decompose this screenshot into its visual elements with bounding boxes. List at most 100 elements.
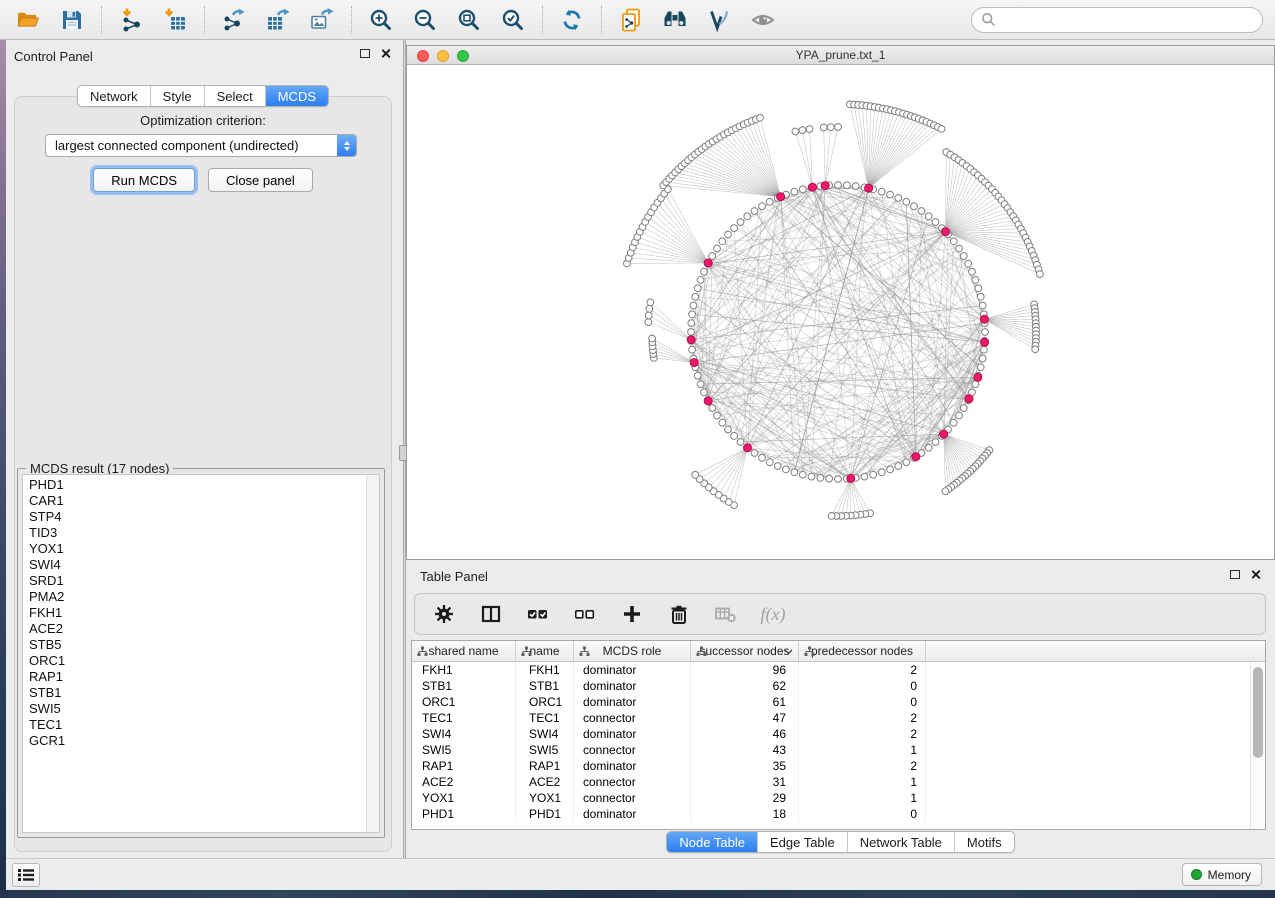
table-row[interactable]: RAP1RAP1dominator352 bbox=[412, 758, 1265, 774]
memory-status-icon bbox=[1191, 869, 1202, 880]
share-document-icon[interactable] bbox=[617, 6, 645, 34]
network-canvas[interactable] bbox=[407, 65, 1274, 559]
table-cell: SWI5 bbox=[516, 742, 574, 758]
column-header-successor-nodes[interactable]: successor nodes bbox=[691, 641, 799, 661]
export-image-icon[interactable] bbox=[308, 6, 336, 34]
zoom-fit-icon[interactable] bbox=[455, 6, 483, 34]
import-network-icon[interactable] bbox=[117, 6, 145, 34]
task-history-button[interactable] bbox=[12, 863, 40, 887]
table-cell: RAP1 bbox=[516, 758, 574, 774]
table-row[interactable]: STB1STB1dominator620 bbox=[412, 678, 1265, 694]
mcds-result-groupbox: MCDS result (17 nodes) PHD1CAR1STP4TID3Y… bbox=[17, 468, 385, 838]
network-search-box[interactable] bbox=[971, 7, 1263, 33]
delete-table-icon bbox=[714, 602, 738, 626]
mcds-result-item[interactable]: CAR1 bbox=[23, 493, 366, 509]
network-window-titlebar[interactable]: YPA_prune.txt_1 bbox=[407, 46, 1274, 65]
mcds-result-item[interactable]: GCR1 bbox=[23, 733, 366, 749]
column-header-empty bbox=[926, 641, 1101, 661]
window-minimize-icon[interactable] bbox=[437, 50, 449, 62]
tab-style[interactable]: Style bbox=[150, 86, 204, 106]
mcds-result-list[interactable]: PHD1CAR1STP4TID3YOX1SWI4SRD1PMA2FKH1ACE2… bbox=[22, 474, 380, 833]
close-table-panel-icon[interactable] bbox=[1250, 569, 1261, 580]
table-row[interactable]: ORC1ORC1dominator610 bbox=[412, 694, 1265, 710]
float-table-panel-icon[interactable] bbox=[1230, 570, 1240, 579]
tab-network-table[interactable]: Network Table bbox=[847, 832, 954, 852]
window-zoom-icon[interactable] bbox=[457, 50, 469, 62]
tab-node-table[interactable]: Node Table bbox=[667, 832, 757, 852]
mcds-result-item[interactable]: PMA2 bbox=[23, 589, 366, 605]
save-session-icon[interactable] bbox=[58, 6, 86, 34]
table-options-gear-icon[interactable] bbox=[432, 602, 456, 626]
refresh-view-icon[interactable] bbox=[558, 6, 586, 34]
table-cell: 0 bbox=[799, 806, 926, 822]
table-row[interactable]: TEC1TEC1connector472 bbox=[412, 710, 1265, 726]
zoom-selected-icon[interactable] bbox=[499, 6, 527, 34]
close-panel-button[interactable]: Close panel bbox=[208, 168, 313, 192]
mcds-result-item[interactable]: TEC1 bbox=[23, 717, 366, 733]
table-cell: SWI4 bbox=[412, 726, 516, 742]
table-row[interactable]: YOX1YOX1connector291 bbox=[412, 790, 1265, 806]
close-panel-icon[interactable] bbox=[380, 48, 391, 59]
mcds-result-item[interactable]: ACE2 bbox=[23, 621, 366, 637]
mcds-result-item[interactable]: YOX1 bbox=[23, 541, 366, 557]
export-table-icon[interactable] bbox=[264, 6, 292, 34]
delete-column-icon[interactable] bbox=[667, 602, 691, 626]
open-session-icon[interactable] bbox=[14, 6, 42, 34]
search-input[interactable] bbox=[1001, 11, 1253, 28]
mcds-result-item[interactable]: TID3 bbox=[23, 525, 366, 541]
export-network-icon[interactable] bbox=[220, 6, 248, 34]
float-panel-icon[interactable] bbox=[360, 49, 370, 58]
import-table-icon[interactable] bbox=[161, 6, 189, 34]
column-header-name[interactable]: name bbox=[516, 641, 574, 661]
table-cell: YOX1 bbox=[412, 790, 516, 806]
table-row[interactable]: PHD1PHD1dominator180 bbox=[412, 806, 1265, 822]
table-cell: 2 bbox=[799, 758, 926, 774]
column-header-shared-name[interactable]: shared name bbox=[412, 641, 516, 661]
hide-details-eye-icon[interactable] bbox=[749, 6, 777, 34]
mcds-result-item[interactable]: STB1 bbox=[23, 685, 366, 701]
optimization-criterion-select[interactable]: largest connected component (undirected) bbox=[45, 134, 357, 157]
mcds-result-item[interactable]: STB5 bbox=[23, 637, 366, 653]
mcds-result-item[interactable]: SRD1 bbox=[23, 573, 366, 589]
zoom-out-icon[interactable] bbox=[411, 6, 439, 34]
table-row[interactable]: ACE2ACE2connector311 bbox=[412, 774, 1265, 790]
table-cell: ORC1 bbox=[516, 694, 574, 710]
mcds-list-scrollbar[interactable] bbox=[366, 475, 379, 832]
column-header-MCDS-role[interactable]: MCDS role bbox=[574, 641, 691, 661]
mcds-result-item[interactable]: ORC1 bbox=[23, 653, 366, 669]
table-scrollbar-thumb[interactable] bbox=[1253, 667, 1263, 758]
table-scrollbar[interactable] bbox=[1250, 662, 1265, 829]
table-row[interactable]: SWI5SWI5connector431 bbox=[412, 742, 1265, 758]
tab-motifs[interactable]: Motifs bbox=[954, 832, 1014, 852]
tab-edge-table[interactable]: Edge Table bbox=[757, 832, 847, 852]
add-column-icon[interactable] bbox=[620, 602, 644, 626]
mcds-result-item[interactable]: FKH1 bbox=[23, 605, 366, 621]
table-cell: TEC1 bbox=[412, 710, 516, 726]
select-first-neighbors-icon[interactable] bbox=[661, 6, 689, 34]
tab-network[interactable]: Network bbox=[78, 86, 150, 106]
table-row[interactable]: FKH1FKH1dominator962 bbox=[412, 662, 1265, 678]
column-header-predecessor-nodes[interactable]: predecessor nodes bbox=[799, 641, 926, 661]
tab-mcds[interactable]: MCDS bbox=[265, 86, 328, 106]
table-panel-title: Table Panel bbox=[420, 569, 488, 584]
table-cell: PHD1 bbox=[412, 806, 516, 822]
table-cell: connector bbox=[574, 742, 691, 758]
show-columns-icon[interactable] bbox=[479, 602, 503, 626]
mcds-result-item[interactable]: STP4 bbox=[23, 509, 366, 525]
mcds-result-item[interactable]: PHD1 bbox=[23, 477, 366, 493]
tab-select[interactable]: Select bbox=[204, 86, 265, 106]
table-cell: 31 bbox=[691, 774, 799, 790]
table-row[interactable]: SWI4SWI4dominator462 bbox=[412, 726, 1265, 742]
mcds-result-item[interactable]: RAP1 bbox=[23, 669, 366, 685]
network-window-title: YPA_prune.txt_1 bbox=[796, 48, 886, 62]
vizmap-icon[interactable] bbox=[705, 6, 733, 34]
run-mcds-button[interactable]: Run MCDS bbox=[93, 168, 195, 192]
mcds-result-item[interactable]: SWI5 bbox=[23, 701, 366, 717]
memory-button[interactable]: Memory bbox=[1182, 863, 1262, 886]
unselect-all-columns-icon[interactable] bbox=[573, 602, 597, 626]
mcds-result-item[interactable]: SWI4 bbox=[23, 557, 366, 573]
select-all-columns-icon[interactable] bbox=[526, 602, 550, 626]
node-table-body: FKH1FKH1dominator962STB1STB1dominator620… bbox=[412, 662, 1265, 822]
window-close-icon[interactable] bbox=[417, 50, 429, 62]
zoom-in-icon[interactable] bbox=[367, 6, 395, 34]
